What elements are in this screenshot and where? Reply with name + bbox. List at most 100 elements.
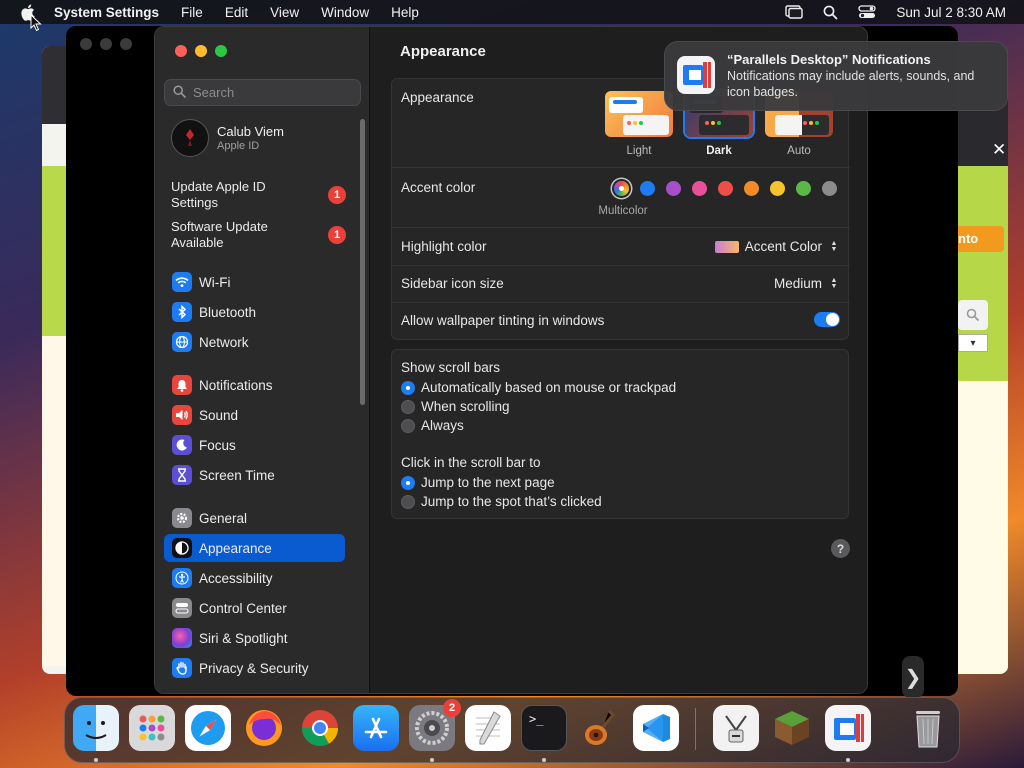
highlight-color-popup[interactable]: Accent Color ▲ ▼ bbox=[714, 239, 840, 254]
sidebar-item-focus[interactable]: Focus bbox=[164, 431, 345, 459]
sidebar-item-label: Privacy & Security bbox=[199, 660, 309, 676]
chevron-right-icon[interactable]: ❯ bbox=[902, 656, 924, 698]
accent-swatch[interactable] bbox=[822, 181, 837, 196]
sidebar-item-sound[interactable]: Sound bbox=[164, 401, 345, 429]
background-orange-button[interactable]: nto bbox=[956, 226, 1004, 252]
sidebar-item-general[interactable]: General bbox=[164, 504, 345, 532]
sidebar-search[interactable] bbox=[164, 79, 361, 106]
sidebar-item-screen-time[interactable]: Screen Time bbox=[164, 461, 345, 489]
chevron-down-icon[interactable]: ▾ bbox=[958, 334, 988, 352]
globe-icon bbox=[172, 332, 192, 352]
control-center-menu-icon[interactable] bbox=[858, 5, 877, 19]
search-icon[interactable] bbox=[958, 300, 988, 330]
appearance-light-option[interactable] bbox=[605, 91, 673, 137]
sidebar-item-bluetooth[interactable]: Bluetooth bbox=[164, 298, 345, 326]
radio-button[interactable] bbox=[401, 494, 415, 509]
accent-multicolor-swatch[interactable] bbox=[614, 181, 629, 196]
avatar bbox=[171, 119, 209, 157]
sidebar-item-privacy-security[interactable]: Privacy & Security bbox=[164, 654, 345, 682]
show-scroll-bars-title: Show scroll bars bbox=[401, 360, 501, 375]
menu-app-name[interactable]: System Settings bbox=[54, 5, 159, 20]
accent-swatch[interactable] bbox=[718, 181, 733, 196]
minimize-window-button[interactable] bbox=[195, 45, 207, 57]
click-option-next-page[interactable]: Jump to the next page bbox=[401, 475, 555, 490]
search-icon bbox=[173, 84, 186, 101]
highlight-swatch-icon bbox=[714, 240, 739, 253]
radio-button[interactable] bbox=[401, 418, 415, 433]
accent-swatch[interactable] bbox=[796, 181, 811, 196]
accent-swatch[interactable] bbox=[666, 181, 681, 196]
safari-icon[interactable] bbox=[185, 705, 231, 751]
system-settings-window: Calub Viem Apple ID Update Apple ID Sett… bbox=[154, 26, 868, 694]
spotlight-search-icon[interactable] bbox=[823, 5, 838, 20]
accent-swatch[interactable] bbox=[640, 181, 655, 196]
speaker-icon bbox=[172, 405, 192, 425]
sidebar-item-wifi[interactable]: Wi-Fi bbox=[164, 268, 345, 296]
accent-caption: Multicolor bbox=[598, 205, 648, 217]
accent-swatch[interactable] bbox=[770, 181, 785, 196]
menu-view[interactable]: View bbox=[270, 5, 299, 20]
radio-button[interactable] bbox=[401, 475, 415, 490]
screen-mirroring-icon[interactable] bbox=[785, 5, 804, 19]
finder-icon[interactable] bbox=[73, 705, 119, 751]
appearance-option-label: Auto bbox=[787, 145, 811, 157]
menu-edit[interactable]: Edit bbox=[225, 5, 248, 20]
apple-id-account[interactable]: Calub Viem Apple ID bbox=[171, 119, 284, 157]
sidebar: Calub Viem Apple ID Update Apple ID Sett… bbox=[155, 27, 370, 693]
running-indicator bbox=[846, 758, 850, 762]
software-update-notice[interactable]: Software Update Available 1 bbox=[171, 219, 356, 251]
textedit-icon[interactable] bbox=[465, 705, 511, 751]
window-controls bbox=[175, 45, 227, 57]
radio-button[interactable] bbox=[401, 380, 415, 395]
sidebar-item-accessibility[interactable]: Accessibility bbox=[164, 564, 345, 592]
sidebar-icon-size-value: Medium bbox=[773, 276, 822, 291]
firefox-icon[interactable] bbox=[241, 705, 287, 751]
hand-icon bbox=[172, 658, 192, 678]
close-window-button[interactable] bbox=[175, 45, 187, 57]
sidebar-item-notifications[interactable]: Notifications bbox=[164, 371, 345, 399]
launchpad-icon[interactable] bbox=[129, 705, 175, 751]
accent-swatch[interactable] bbox=[692, 181, 707, 196]
sidebar-item-label: Screen Time bbox=[199, 467, 275, 483]
sidebar-icon-size-popup[interactable]: Medium ▲ ▼ bbox=[774, 276, 840, 291]
update-apple-id-notice[interactable]: Update Apple ID Settings 1 bbox=[171, 179, 356, 211]
scroll-option-when-scrolling[interactable]: When scrolling bbox=[401, 399, 510, 414]
notification-banner[interactable]: “Parallels Desktop” Notifications Notifi… bbox=[664, 41, 1008, 111]
menu-file[interactable]: File bbox=[181, 5, 203, 20]
sidebar-item-label: Appearance bbox=[199, 540, 272, 556]
archive-utility-icon[interactable] bbox=[713, 705, 759, 751]
menu-help[interactable]: Help bbox=[391, 5, 419, 20]
menu-clock[interactable]: Sun Jul 2 8:30 AM bbox=[896, 5, 1006, 20]
wallpaper-tinting-toggle[interactable] bbox=[814, 312, 840, 327]
radio-button[interactable] bbox=[401, 399, 415, 414]
sidebar-scrollbar[interactable] bbox=[360, 119, 365, 405]
sidebar-item-label: Accessibility bbox=[199, 570, 273, 586]
account-subtitle: Apple ID bbox=[217, 140, 260, 152]
app-store-icon[interactable] bbox=[353, 705, 399, 751]
close-icon[interactable]: ✕ bbox=[992, 140, 1006, 160]
zoom-window-button[interactable] bbox=[215, 45, 227, 57]
menu-window[interactable]: Window bbox=[321, 5, 369, 20]
parallels-icon[interactable] bbox=[825, 705, 871, 751]
garageband-icon[interactable] bbox=[577, 705, 623, 751]
notification-body: Notifications may include alerts, sounds… bbox=[727, 69, 975, 99]
terminal-icon[interactable]: >_ bbox=[521, 705, 567, 751]
sidebar-item-appearance[interactable]: Appearance bbox=[164, 534, 345, 562]
minecraft-icon[interactable] bbox=[769, 705, 815, 751]
vscode-icon[interactable] bbox=[633, 705, 679, 751]
trash-icon[interactable] bbox=[905, 705, 951, 751]
scroll-option-always[interactable]: Always bbox=[401, 418, 464, 433]
siri-icon bbox=[172, 628, 192, 648]
dock: 2 >_ bbox=[64, 697, 960, 763]
chrome-icon[interactable] bbox=[297, 705, 343, 751]
click-option-spot-clicked[interactable]: Jump to the spot that’s clicked bbox=[401, 494, 602, 509]
sidebar-item-siri-spotlight[interactable]: Siri & Spotlight bbox=[164, 624, 345, 652]
scroll-option-automatic[interactable]: Automatically based on mouse or trackpad bbox=[401, 380, 676, 395]
sidebar-item-control-center[interactable]: Control Center bbox=[164, 594, 345, 622]
system-settings-icon[interactable]: 2 bbox=[409, 699, 461, 751]
search-input[interactable] bbox=[193, 85, 353, 100]
help-button[interactable]: ? bbox=[831, 539, 850, 558]
page-title: Appearance bbox=[400, 43, 486, 60]
accent-swatch[interactable] bbox=[744, 181, 759, 196]
sidebar-item-network[interactable]: Network bbox=[164, 328, 345, 356]
